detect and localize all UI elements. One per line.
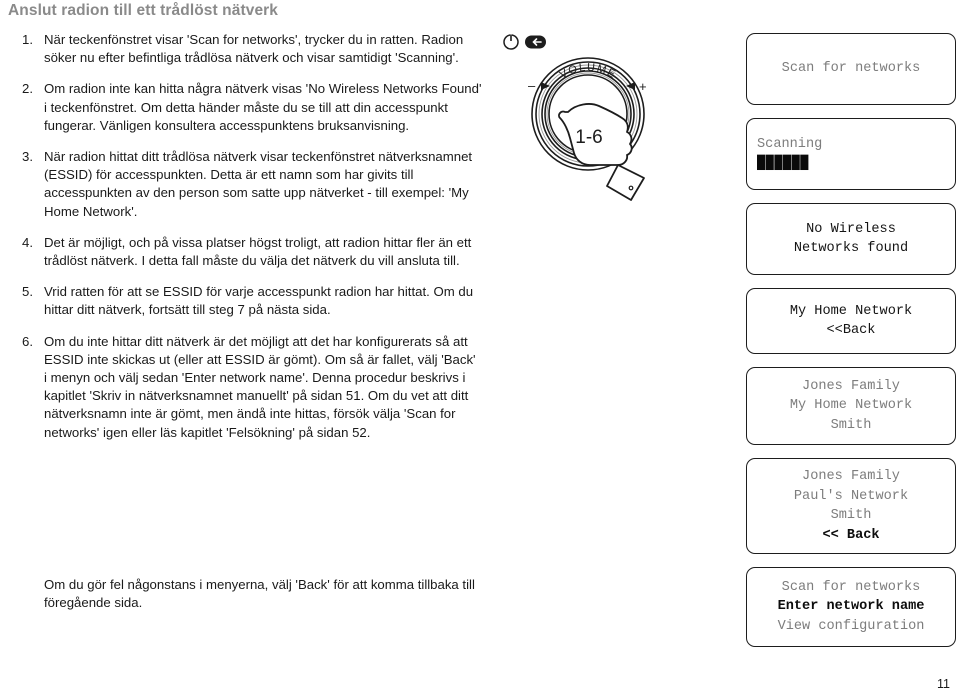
display-line: My Home Network bbox=[789, 303, 913, 319]
display-line: No Wireless bbox=[806, 221, 896, 237]
instruction-step: 2. Om radion inte kan hitta några nätverk… bbox=[22, 80, 482, 135]
step-number: 3. bbox=[22, 149, 33, 165]
back-icon bbox=[525, 35, 546, 49]
display-network-list-back[interactable]: Jones Family Paul's Network Smith << Back bbox=[746, 458, 956, 554]
svg-text:–: – bbox=[528, 78, 536, 93]
instruction-step-list: 1. När teckenfönstret visar 'Scan for net… bbox=[22, 31, 482, 455]
display-scan-for-networks[interactable]: Scan for networks bbox=[746, 33, 956, 105]
step-text: Om du inte hittar ditt nätverk är det mö… bbox=[44, 333, 476, 440]
display-line: Scan for networks bbox=[781, 61, 921, 77]
display-line: Jones Family bbox=[802, 469, 900, 484]
step-number: 2. bbox=[22, 81, 33, 97]
step-text: Vrid ratten för att se ESSID för varje a… bbox=[44, 284, 474, 318]
step-text: Det är möjligt, och på vissa platser hög… bbox=[44, 234, 472, 269]
step-number: 5. bbox=[22, 284, 33, 300]
display-line: Jones Family bbox=[802, 378, 900, 394]
display-menu-enter-network-name[interactable]: Scan for networks Enter network name View … bbox=[746, 567, 956, 647]
step-text: Om radion inte kan hitta några nätverk v… bbox=[44, 81, 482, 133]
volume-knob-label: VOLUME bbox=[558, 62, 619, 82]
page-number: 11 bbox=[937, 677, 950, 691]
display-line: View configuration bbox=[777, 618, 925, 634]
display-line: ██████ bbox=[757, 156, 809, 171]
display-line: Smith bbox=[830, 417, 872, 433]
display-line: Enter network name bbox=[777, 599, 925, 615]
instruction-step: 1. När teckenfönstret visar 'Scan for net… bbox=[22, 31, 482, 67]
display-line: <<Back bbox=[826, 323, 876, 338]
hand-step-range-label: 1-6 bbox=[575, 127, 602, 148]
step-number: 6. bbox=[22, 333, 33, 349]
step-number: 1. bbox=[22, 32, 33, 47]
step-text: När radion hittat ditt trådlösa nätverk … bbox=[44, 149, 473, 219]
display-screens-column: Scan for networks Scanning ██████ No Wirele… bbox=[746, 33, 956, 660]
step-number: 4. bbox=[22, 234, 33, 250]
step-text: När teckenfönstret visar 'Scan for netwo… bbox=[44, 32, 464, 66]
display-line: Scan for networks bbox=[781, 579, 921, 595]
display-line: Scanning bbox=[757, 136, 823, 152]
instruction-step: 6. Om du inte hittar ditt nätverk är det … bbox=[22, 333, 482, 442]
instruction-step: 5. Vrid ratten för att se ESSID för varje… bbox=[22, 283, 482, 319]
display-line: << Back bbox=[822, 527, 880, 543]
display-line: Smith bbox=[830, 508, 872, 523]
display-scanning[interactable]: Scanning ██████ bbox=[746, 118, 956, 190]
display-my-home-network[interactable]: My Home Network <<Back bbox=[746, 288, 956, 354]
closing-note: Om du gör fel någonstans i menyerna, väl… bbox=[44, 577, 475, 611]
svg-text:+: + bbox=[639, 79, 647, 94]
page-title: Anslut radion till ett trådlöst nätverk bbox=[8, 2, 279, 19]
display-line: My Home Network bbox=[789, 398, 913, 414]
instruction-step: 3. När radion hittat ditt trådlösa nätver… bbox=[22, 148, 482, 221]
display-line: Networks found bbox=[793, 241, 909, 256]
instruction-step: 4. Det är möjligt, och på vissa platser h… bbox=[22, 234, 482, 270]
radio-dial-illustration: VOLUME – + 1-6 bbox=[498, 26, 698, 206]
display-network-list[interactable]: Jones Family My Home Network Smith bbox=[746, 367, 956, 445]
display-no-wireless-networks[interactable]: No Wireless Networks found bbox=[746, 203, 956, 275]
display-line: Paul's Network bbox=[793, 488, 909, 504]
power-icon bbox=[503, 33, 519, 50]
